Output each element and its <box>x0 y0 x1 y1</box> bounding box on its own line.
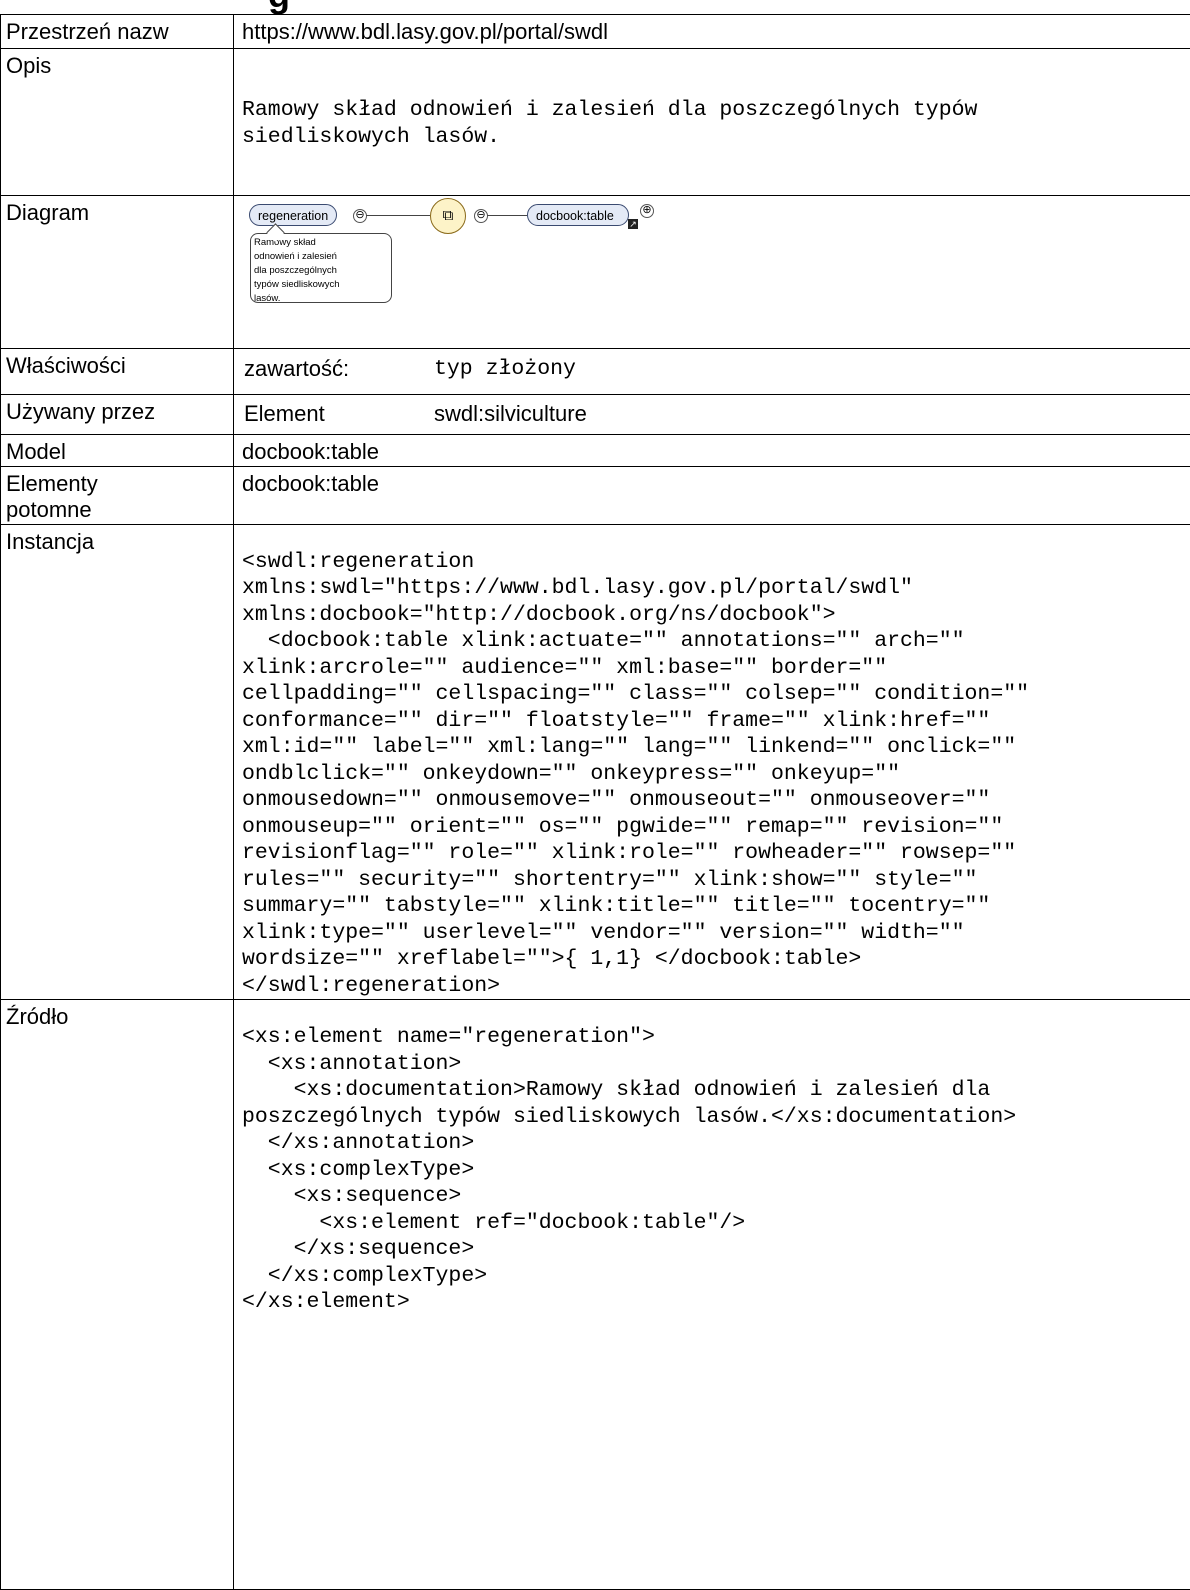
child-elements-label: Elementy potomne <box>1 467 234 525</box>
used-by-label: Używany przez <box>1 395 234 435</box>
namespace-label: Przestrzeń nazw <box>1 15 234 49</box>
row-properties: Właściwości zawartość: typ złożony <box>1 349 1190 395</box>
row-used-by: Używany przez Element swdl:silviculture <box>1 395 1190 435</box>
connector-line <box>366 215 430 216</box>
row-source: Źródło <xs:element name="regeneration"> … <box>1 1000 1190 1590</box>
used-by-value-link[interactable]: swdl:silviculture <box>434 401 587 427</box>
row-child-elements: Elementy potomne docbook:table <box>1 467 1190 525</box>
row-instance: Instancja <swdl:regeneration xmlns:swdl=… <box>1 524 1190 1000</box>
row-model: Model docbook:table <box>1 435 1190 467</box>
connector-line <box>487 215 527 216</box>
properties-value: typ złożony <box>434 356 576 383</box>
instance-label: Instancja <box>1 524 234 1000</box>
docbook-table-node[interactable]: docbook:table <box>527 204 629 226</box>
description-label: Opis <box>1 49 234 196</box>
diagram-label: Diagram <box>1 196 234 349</box>
source-label: Źródło <box>1 1000 234 1590</box>
sequence-icon: ⧉ <box>430 198 466 234</box>
child-elements-value-link[interactable]: docbook:table <box>234 467 1190 525</box>
namespace-value: https://www.bdl.lasy.gov.pl/portal/swdl <box>234 15 1190 49</box>
element-documentation-table: Przestrzeń nazw https://www.bdl.lasy.gov… <box>0 14 1190 1590</box>
used-by-key: Element <box>244 401 434 427</box>
reference-arrow-icon: ↗ <box>628 219 638 229</box>
row-namespace: Przestrzeń nazw https://www.bdl.lasy.gov… <box>1 15 1190 49</box>
description-text: Ramowy skład odnowień i zalesień dla pos… <box>242 97 1190 150</box>
regeneration-node[interactable]: regeneration <box>249 204 337 226</box>
model-label: Model <box>1 435 234 467</box>
model-value-link[interactable]: docbook:table <box>234 435 1190 467</box>
collapse-icon[interactable]: ⊖ <box>474 209 488 223</box>
row-diagram: Diagram regeneration ⊖ ⧉ ⊖ docbook:table… <box>1 196 1190 349</box>
annotation-balloon: Ramowy skład odnowień i zalesień dla pos… <box>250 233 392 303</box>
properties-label: Właściwości <box>1 349 234 395</box>
collapse-icon[interactable]: ⊖ <box>353 209 367 223</box>
expand-icon[interactable]: ⊕ <box>640 204 654 218</box>
row-description: Opis Ramowy skład odnowień i zalesień dl… <box>1 49 1190 196</box>
source-code: <xs:element name="regeneration"> <xs:ann… <box>242 1024 1190 1316</box>
instance-code: <swdl:regeneration xmlns:swdl="https://w… <box>242 549 1190 1000</box>
properties-key: zawartość: <box>244 356 434 382</box>
schema-diagram: regeneration ⊖ ⧉ ⊖ docbook:table ↗ ⊕ Ram… <box>242 200 1190 310</box>
